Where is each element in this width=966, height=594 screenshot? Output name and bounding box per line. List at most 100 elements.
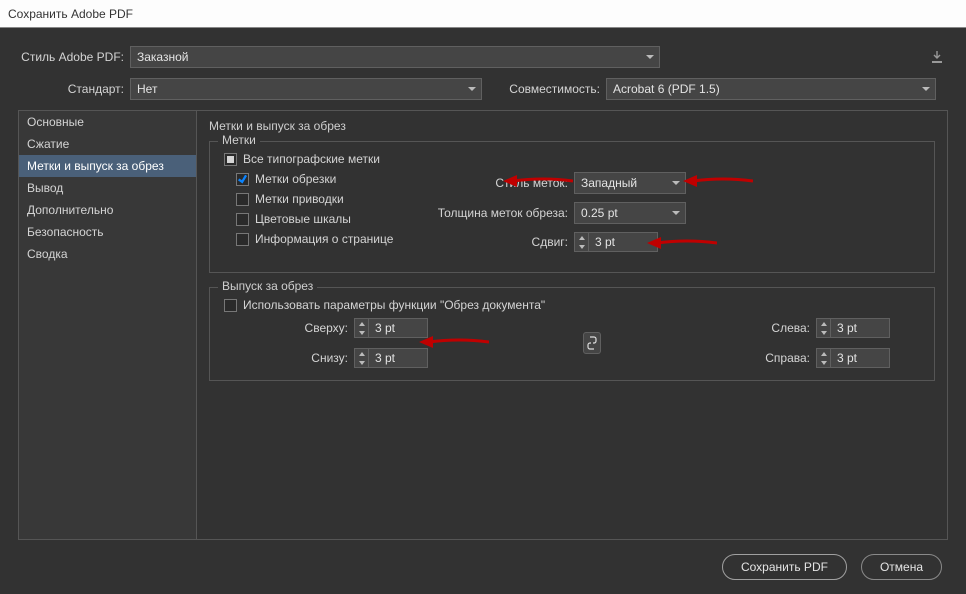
- weight-row: Толщина меток обреза: 0.25 pt: [434, 202, 920, 224]
- all-marks-checkbox[interactable]: [224, 153, 237, 166]
- chevron-down-icon: [922, 85, 930, 93]
- chevron-down-icon: [646, 53, 654, 61]
- bleed-grid: Сверху: 3 pt Снизу:: [224, 318, 920, 368]
- chevron-down-icon: [355, 358, 368, 367]
- marks-fieldset: Метки Все типографские метки Метки обрез…: [209, 141, 935, 273]
- bleed-left-row: Слева: 3 pt: [756, 318, 890, 338]
- dialog-window: Сохранить Adobe PDF Стиль Adobe PDF: Зак…: [0, 0, 966, 594]
- color-bars-label: Цветовые шкалы: [255, 212, 351, 226]
- bleed-left-label: Слева:: [756, 321, 816, 335]
- crop-marks-checkbox[interactable]: [236, 173, 249, 186]
- compat-label: Совместимость:: [482, 82, 606, 96]
- mark-style-label: Стиль меток:: [434, 176, 574, 190]
- reg-marks-checkbox[interactable]: [236, 193, 249, 206]
- marks-right-col: Стиль меток: Западный Толщина меток обре…: [434, 172, 920, 260]
- mark-style-select[interactable]: Западный: [574, 172, 686, 194]
- nav-item-summary[interactable]: Сводка: [19, 243, 196, 265]
- use-doc-bleed-label: Использовать параметры функции "Обрез до…: [243, 298, 545, 312]
- standard-select[interactable]: Нет: [130, 78, 482, 100]
- chevron-down-icon: [672, 179, 680, 187]
- cancel-button[interactable]: Отмена: [861, 554, 942, 580]
- weight-select[interactable]: 0.25 pt: [574, 202, 686, 224]
- marks-left-col: Метки обрезки Метки приводки Цветовые шк…: [224, 172, 434, 260]
- nav-item-compression[interactable]: Сжатие: [19, 133, 196, 155]
- bleed-col-left: Сверху: 3 pt Снизу:: [294, 318, 428, 368]
- chevron-down-icon: [468, 85, 476, 93]
- reg-marks-label: Метки приводки: [255, 192, 344, 206]
- bleed-right-value: 3 pt: [831, 351, 889, 365]
- content-area: Основные Сжатие Метки и выпуск за обрез …: [18, 110, 948, 540]
- standard-select-value: Нет: [137, 82, 157, 96]
- chevron-down-icon: [817, 358, 830, 367]
- dialog-body: Стиль Adobe PDF: Заказной Стандарт: Нет: [0, 28, 966, 594]
- nav-item-general[interactable]: Основные: [19, 111, 196, 133]
- weight-value: 0.25 pt: [581, 206, 618, 220]
- chevron-down-icon: [575, 242, 588, 251]
- use-doc-bleed-checkbox[interactable]: [224, 299, 237, 312]
- bleed-left-input[interactable]: 3 pt: [816, 318, 890, 338]
- style-select-value: Заказной: [137, 50, 188, 64]
- reg-marks-row: Метки приводки: [236, 192, 434, 206]
- bleed-left-stepper[interactable]: [817, 319, 831, 337]
- page-info-label: Информация о странице: [255, 232, 393, 246]
- bleed-bottom-row: Снизу: 3 pt: [294, 348, 428, 368]
- offset-value: 3 pt: [589, 235, 657, 249]
- color-bars-row: Цветовые шкалы: [236, 212, 434, 226]
- offset-input[interactable]: 3 pt: [574, 232, 658, 252]
- offset-label: Сдвиг:: [434, 235, 574, 249]
- download-icon: [929, 49, 945, 65]
- bleed-bottom-input[interactable]: 3 pt: [354, 348, 428, 368]
- chevron-down-icon: [817, 328, 830, 337]
- bleed-top-row: Сверху: 3 pt: [294, 318, 428, 338]
- bleed-top-stepper[interactable]: [355, 319, 369, 337]
- bleed-bottom-stepper[interactable]: [355, 349, 369, 367]
- weight-label: Толщина меток обреза:: [434, 206, 574, 220]
- nav-item-security[interactable]: Безопасность: [19, 221, 196, 243]
- bleed-top-input[interactable]: 3 pt: [354, 318, 428, 338]
- page-title: Метки и выпуск за обрез: [209, 119, 935, 133]
- mark-style-value: Западный: [581, 176, 637, 190]
- bleed-bottom-label: Снизу:: [294, 351, 354, 365]
- marks-grid: Метки обрезки Метки приводки Цветовые шк…: [224, 172, 920, 260]
- titlebar: Сохранить Adobe PDF: [0, 0, 966, 28]
- page-info-row: Информация о странице: [236, 232, 434, 246]
- bleed-top-label: Сверху:: [294, 321, 354, 335]
- bleed-left-value: 3 pt: [831, 321, 889, 335]
- save-pdf-button[interactable]: Сохранить PDF: [722, 554, 847, 580]
- marks-legend: Метки: [218, 133, 260, 147]
- chevron-up-icon: [355, 319, 368, 328]
- compat-select[interactable]: Acrobat 6 (PDF 1.5): [606, 78, 936, 100]
- bleed-right-input[interactable]: 3 pt: [816, 348, 890, 368]
- page-info-checkbox[interactable]: [236, 233, 249, 246]
- nav-item-output[interactable]: Вывод: [19, 177, 196, 199]
- bleed-right-stepper[interactable]: [817, 349, 831, 367]
- bleed-top-value: 3 pt: [369, 321, 427, 335]
- bleed-legend: Выпуск за обрез: [218, 279, 317, 293]
- nav-item-marks-bleed[interactable]: Метки и выпуск за обрез: [19, 155, 196, 177]
- chevron-up-icon: [575, 233, 588, 242]
- link-bleed-icon-button[interactable]: [583, 332, 601, 354]
- bleed-col-right: Слева: 3 pt Справа:: [756, 318, 890, 368]
- save-preset-icon-button[interactable]: [926, 46, 948, 68]
- bleed-right-row: Справа: 3 pt: [756, 348, 890, 368]
- main-panel: Метки и выпуск за обрез Метки Все типогр…: [197, 111, 947, 539]
- crop-marks-row: Метки обрезки: [236, 172, 434, 186]
- style-select[interactable]: Заказной: [130, 46, 660, 68]
- bleed-right-label: Справа:: [756, 351, 816, 365]
- chevron-down-icon: [672, 209, 680, 217]
- all-marks-row: Все типографские метки: [224, 152, 920, 166]
- color-bars-checkbox[interactable]: [236, 213, 249, 226]
- bleed-fieldset: Выпуск за обрез Использовать параметры ф…: [209, 287, 935, 381]
- chevron-up-icon: [355, 349, 368, 358]
- standard-label: Стандарт:: [18, 82, 130, 96]
- style-row: Стиль Adobe PDF: Заказной: [18, 46, 948, 68]
- offset-row: Сдвиг: 3 pt: [434, 232, 920, 252]
- nav-item-advanced[interactable]: Дополнительно: [19, 199, 196, 221]
- chevron-up-icon: [817, 319, 830, 328]
- nav-sidebar: Основные Сжатие Метки и выпуск за обрез …: [19, 111, 197, 539]
- crop-marks-label: Метки обрезки: [255, 172, 336, 186]
- link-icon: [587, 336, 597, 350]
- chevron-down-icon: [355, 328, 368, 337]
- use-doc-bleed-row: Использовать параметры функции "Обрез до…: [224, 298, 920, 312]
- offset-stepper[interactable]: [575, 233, 589, 251]
